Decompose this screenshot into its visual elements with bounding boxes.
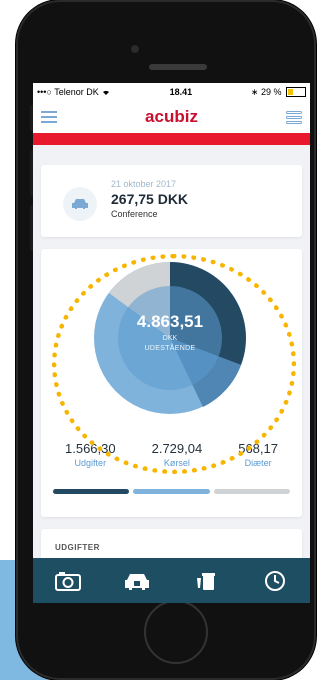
stat-label: Diæter: [244, 458, 272, 468]
carrier: •••○ Telenor DK: [37, 87, 111, 97]
front-camera: [131, 45, 139, 53]
car-icon[interactable]: [121, 565, 153, 597]
status-bar: •••○ Telenor DK 18.41 ∗ 29 %: [33, 83, 310, 101]
car-icon: [63, 187, 97, 221]
menu-icon[interactable]: [41, 108, 57, 126]
battery-percent: 29 %: [260, 86, 282, 97]
summary-card: 4.863,51 DKK UDESTÅENDE 1.566,30 Udgifte…: [41, 249, 302, 517]
battery-status: ∗ 29 %: [251, 87, 306, 98]
carrier-label: •••○ Telenor DK: [37, 87, 99, 97]
app-header: acubiz: [33, 101, 310, 133]
clock-time: 18.41: [169, 87, 193, 97]
app-screen: •••○ Telenor DK 18.41 ∗ 29 % acubiz 21 o…: [33, 83, 310, 603]
wifi-icon: [102, 90, 109, 95]
food-drink-icon[interactable]: [190, 565, 222, 597]
category-bars: [53, 489, 290, 494]
section-label: UDGIFTER: [55, 543, 100, 552]
expense-amount: 267,75 DKK: [111, 191, 189, 207]
list-view-icon[interactable]: [286, 109, 302, 126]
bar-allowance: [213, 489, 290, 494]
tab-bar: [33, 558, 310, 603]
camera-icon[interactable]: [52, 565, 84, 597]
bar-mileage: [133, 489, 210, 494]
expense-category: Conference: [111, 209, 158, 219]
expense-date: 21 oktober 2017: [111, 179, 177, 189]
app-logo: acubiz: [145, 107, 198, 126]
battery-icon: [286, 87, 306, 98]
bar-expenses: [53, 489, 130, 494]
bluetooth-icon: ∗: [250, 86, 259, 97]
earpiece-speaker: [149, 64, 207, 70]
brand-band: [33, 133, 310, 145]
stat-label: Udgifter: [74, 458, 107, 468]
expense-card[interactable]: 21 oktober 2017 267,75 DKK Conference: [41, 165, 302, 237]
home-button[interactable]: [144, 600, 208, 664]
clock-icon[interactable]: [259, 565, 291, 597]
highlight-ring: [52, 254, 296, 474]
